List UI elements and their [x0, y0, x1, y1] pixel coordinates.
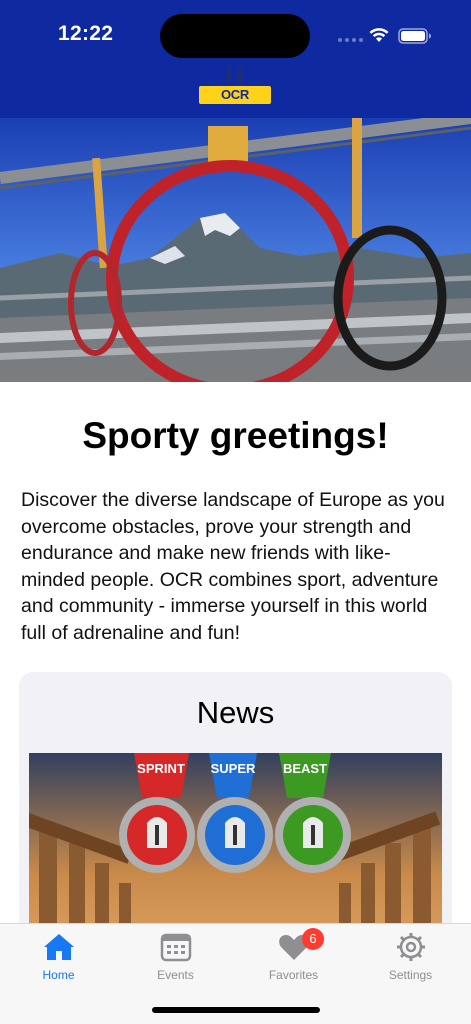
house-icon: [44, 934, 74, 960]
medal-label-beast: BEAST: [283, 761, 327, 776]
gear-icon: [397, 933, 425, 961]
tab-settings[interactable]: Settings: [352, 924, 469, 994]
ocr-europe-logo: OCR EUROPE: [199, 64, 271, 120]
hero-image: [0, 118, 471, 382]
intro-paragraph: Discover the diverse landscape of Europe…: [21, 489, 445, 644]
cellular-signal-icon: [338, 38, 363, 42]
page-title: Sporty greetings!: [82, 415, 389, 456]
medal-label-sprint: SPRINT: [137, 761, 185, 776]
wifi-icon: [369, 28, 389, 42]
tab-label-events: Events: [157, 968, 194, 982]
tab-label-home: Home: [42, 968, 75, 982]
battery-icon: [398, 28, 431, 44]
app-header: 12:22 OCR EUROPE: [0, 0, 471, 120]
tab-events[interactable]: Events: [117, 924, 234, 994]
dynamic-island: [160, 14, 310, 58]
logo-text: OCR EUROPE: [199, 86, 271, 120]
favorites-badge: 6: [302, 928, 324, 950]
medal-label-super: SUPER: [211, 761, 256, 776]
news-title: News: [196, 695, 275, 730]
calendar-icon: [160, 933, 192, 962]
status-bar: 12:22: [0, 0, 471, 60]
tab-favorites[interactable]: 6 Favorites: [235, 924, 352, 994]
tab-home[interactable]: Home: [0, 924, 117, 994]
tab-label-settings: Settings: [388, 968, 433, 982]
status-time: 12:22: [58, 22, 114, 45]
home-indicator: [152, 1007, 320, 1013]
tab-label-favorites: Favorites: [268, 968, 319, 982]
